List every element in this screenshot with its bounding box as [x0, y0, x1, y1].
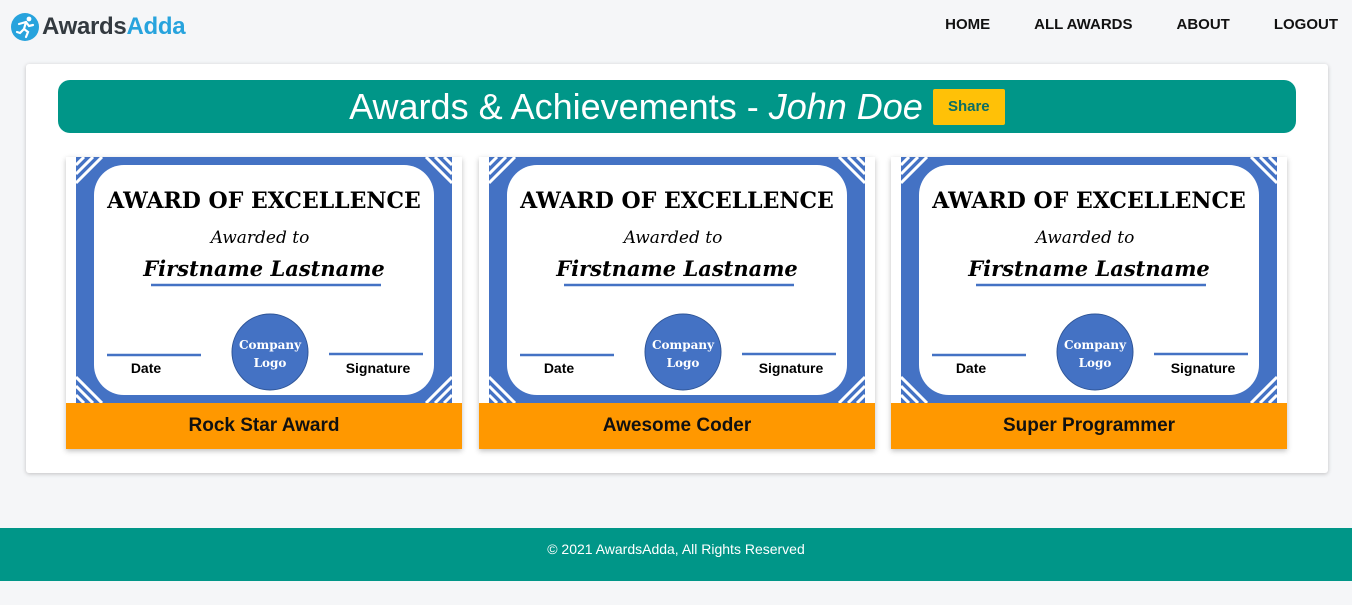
brand-logo[interactable]: AwardsAdda: [10, 10, 186, 44]
brand-name: AwardsAdda: [42, 13, 186, 40]
certificate-awarded-text: Awarded to: [622, 228, 723, 248]
awards-panel: Awards & Achievements - John Doe Share A…: [26, 64, 1328, 473]
certificate-date-label: Date: [544, 360, 575, 376]
certificate-recipient: Firstname Lastname: [555, 256, 798, 281]
certificate-image: AWARD OF EXCELLENCE Awarded to Firstname L…: [489, 157, 865, 403]
certificate-signature-label: Signature: [1171, 360, 1236, 376]
company-logo-text: Logo: [1079, 356, 1112, 370]
share-button[interactable]: Share: [932, 88, 1005, 125]
award-title: Super Programmer: [891, 403, 1287, 449]
certificate-image: AWARD OF EXCELLENCE Awarded to Firstname L…: [901, 157, 1277, 403]
award-title: Rock Star Award: [66, 403, 462, 449]
copyright-text: © 2021 AwardsAdda, All Rights Reserved: [547, 540, 805, 557]
company-logo-seal: [1056, 313, 1134, 391]
navbar: AwardsAdda HOME ALL AWARDS ABOUT LOGOUT: [0, 0, 1352, 52]
company-logo-text: Company: [652, 338, 715, 352]
certificate-heading: AWARD OF EXCELLENCE: [519, 188, 834, 214]
certificate-image: AWARD OF EXCELLENCE Awarded to Firstname L…: [76, 157, 452, 403]
certificate-recipient: Firstname Lastname: [142, 256, 385, 281]
award-runner-icon: [11, 13, 39, 41]
certificate-heading: AWARD OF EXCELLENCE: [106, 188, 421, 214]
user-name: John Doe: [768, 85, 923, 127]
company-logo-seal: [231, 313, 309, 391]
company-logo-text: Logo: [667, 356, 700, 370]
main-nav: HOME ALL AWARDS ABOUT LOGOUT: [901, 16, 1338, 33]
certificate-awarded-text: Awarded to: [209, 228, 310, 248]
nav-home-link[interactable]: HOME: [945, 16, 990, 33]
certificate-date-label: Date: [131, 360, 162, 376]
certificate-date-label: Date: [956, 360, 987, 376]
footer: © 2021 AwardsAdda, All Rights Reserved: [0, 528, 1352, 581]
company-logo-seal: [644, 313, 722, 391]
nav-about-link[interactable]: ABOUT: [1177, 16, 1230, 33]
page-title: Awards & Achievements - John Doe: [349, 85, 923, 127]
award-card[interactable]: AWARD OF EXCELLENCE Awarded to Firstname L…: [66, 157, 462, 449]
company-logo-text: Company: [239, 338, 302, 352]
nav-logout-link[interactable]: LOGOUT: [1274, 16, 1338, 33]
company-logo-text: Logo: [254, 356, 287, 370]
award-card[interactable]: AWARD OF EXCELLENCE Awarded to Firstname L…: [891, 157, 1287, 449]
certificate-recipient: Firstname Lastname: [967, 256, 1210, 281]
certificate-awarded-text: Awarded to: [1034, 228, 1135, 248]
awards-banner: Awards & Achievements - John Doe Share: [58, 80, 1296, 133]
award-card[interactable]: AWARD OF EXCELLENCE Awarded to Firstname L…: [479, 157, 875, 449]
certificate-heading: AWARD OF EXCELLENCE: [931, 188, 1246, 214]
nav-all-awards-link[interactable]: ALL AWARDS: [1034, 16, 1132, 33]
certificate-signature-label: Signature: [346, 360, 411, 376]
company-logo-text: Company: [1064, 338, 1127, 352]
award-title: Awesome Coder: [479, 403, 875, 449]
certificate-signature-label: Signature: [759, 360, 824, 376]
